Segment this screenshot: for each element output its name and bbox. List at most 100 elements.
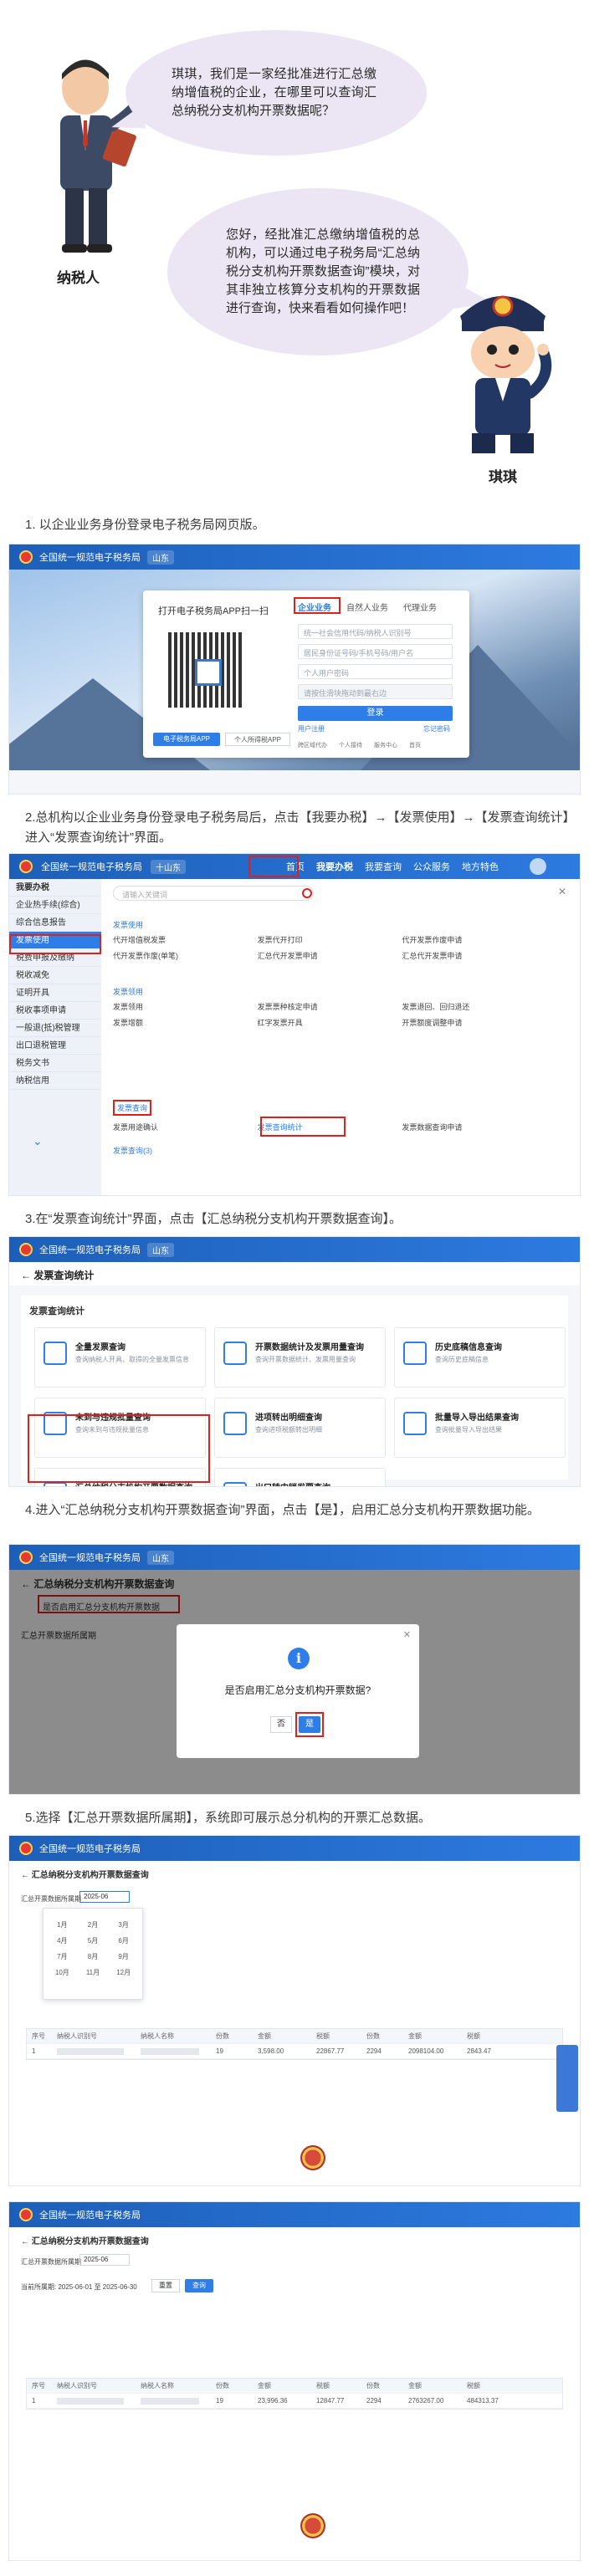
menu-link[interactable]: 发票领用 bbox=[113, 1001, 258, 1012]
step2-text: 2.总机构以企业业务身份登录电子税务局后，点击【我要办税】→【发票使用】→【发票… bbox=[25, 810, 576, 845]
menu-link[interactable]: 汇总代开发票申请 bbox=[258, 950, 402, 961]
menu-link[interactable]: 发票票种核定申请 bbox=[258, 1001, 402, 1012]
sidebar-item[interactable]: 一般退(抵)税管理 bbox=[9, 1020, 101, 1037]
column-header: 纳税人识别号 bbox=[57, 2382, 97, 2389]
query-card[interactable]: 批量导入导出结果查询 查询批量导入导出结果 bbox=[394, 1398, 566, 1458]
sidebar-item[interactable]: 税务文书 bbox=[9, 1055, 101, 1072]
sidebar-item[interactable]: 综合信息报告 bbox=[9, 914, 101, 932]
query-card[interactable]: 开票数据统计及发票用量查询 查询开票数据统计、发票用量查询 bbox=[214, 1327, 386, 1388]
month-option[interactable]: 4月 bbox=[50, 1936, 74, 1945]
menu-link[interactable]: 代开发票作废(单笔) bbox=[113, 950, 258, 961]
region-badge[interactable]: 十山东 bbox=[151, 859, 186, 874]
slider-captcha[interactable]: 请按住滑块拖动到最右边 bbox=[298, 684, 453, 699]
highlight-enterprise-tab bbox=[294, 597, 341, 614]
month-option[interactable]: 12月 bbox=[111, 1968, 136, 1977]
menu-link[interactable]: 发票退回、回归退还 bbox=[402, 1001, 546, 1012]
tax-emblem-icon bbox=[19, 860, 33, 873]
bottom-link[interactable]: 跨区域代办 bbox=[298, 741, 327, 749]
close-icon[interactable]: ✕ bbox=[558, 886, 566, 897]
month-option[interactable]: 5月 bbox=[81, 1936, 105, 1945]
bottom-link[interactable]: 个人接待 bbox=[339, 741, 362, 749]
more-link[interactable]: 发票查询(3) bbox=[113, 1145, 152, 1156]
month-option[interactable]: 11月 bbox=[81, 1968, 105, 1977]
month-option[interactable]: 6月 bbox=[111, 1936, 136, 1945]
month-option[interactable]: 3月 bbox=[111, 1920, 136, 1929]
menu-do-tax[interactable]: 我要办税 bbox=[316, 860, 353, 873]
month-option[interactable]: 8月 bbox=[81, 1952, 105, 1961]
forgot-link[interactable]: 忘记密码 bbox=[423, 724, 450, 733]
menu-query[interactable]: 我要查询 bbox=[365, 860, 402, 873]
back-arrow-icon[interactable]: ← bbox=[21, 1871, 29, 1880]
chevron-down-icon[interactable]: ⌄ bbox=[33, 1134, 43, 1148]
password-field[interactable]: 个人用户密码 bbox=[298, 664, 453, 679]
back-arrow-icon[interactable]: ← bbox=[21, 2237, 29, 2246]
login-button[interactable]: 登录 bbox=[298, 706, 453, 721]
taxid-field[interactable]: 统一社会信用代码/纳税人识别号 bbox=[298, 624, 453, 639]
month-option[interactable]: 1月 bbox=[50, 1920, 74, 1929]
menu-public[interactable]: 公众服务 bbox=[413, 860, 450, 873]
month-option[interactable]: 9月 bbox=[111, 1952, 136, 1961]
site-header: 全国统一规范电子税务局 bbox=[9, 2202, 580, 2227]
card-desc: 查询纳税人开具、取得的全量发票信息 bbox=[75, 1356, 189, 1363]
region-badge[interactable]: 山东 bbox=[147, 549, 174, 565]
page-title: ← 发票查询统计 bbox=[9, 1262, 580, 1285]
menu-link[interactable]: 红字发票开具 bbox=[258, 1017, 402, 1028]
table-cell: 3,598.00 bbox=[258, 2047, 284, 2055]
sidebar-item[interactable]: 税收减免 bbox=[9, 967, 101, 984]
section-query: 发票查询 bbox=[113, 1100, 152, 1116]
avatar[interactable] bbox=[530, 858, 546, 875]
sidebar-item[interactable]: 证明开具 bbox=[9, 984, 101, 1002]
sidebar-item[interactable]: 纳税信用 bbox=[9, 1072, 101, 1090]
tab-agent[interactable]: 代理业务 bbox=[403, 601, 437, 613]
personal-app-button[interactable]: 个人所得税APP bbox=[225, 733, 290, 746]
query-card[interactable]: 历史底稿信息查询 查询历史底稿信息 bbox=[394, 1327, 566, 1388]
query-card[interactable]: 进项转出明细查询 查询进项税额转出明细 bbox=[214, 1398, 386, 1458]
column-header: 份数 bbox=[216, 2032, 229, 2040]
register-link[interactable]: 用户注册 bbox=[298, 724, 325, 733]
bottom-link[interactable]: 首页 bbox=[409, 741, 421, 749]
reset-button[interactable]: 重置 bbox=[151, 2279, 180, 2292]
region-badge[interactable]: 山东 bbox=[147, 1242, 174, 1257]
step5-text: 5.选择【汇总开票数据所属期】，系统即可展示总分机构的开票汇总数据。 bbox=[25, 1811, 432, 1825]
month-option[interactable]: 10月 bbox=[50, 1968, 74, 1977]
app-prompt: 打开电子税务局APP扫一扫 bbox=[158, 606, 269, 616]
no-button[interactable]: 否 bbox=[270, 1716, 292, 1733]
menu-link[interactable]: 代开发票作废申请 bbox=[402, 934, 546, 945]
menu-link[interactable]: 代开增值税发票 bbox=[113, 934, 258, 945]
table-cell: 2763267.00 bbox=[408, 2397, 444, 2405]
month-option[interactable]: 2月 bbox=[81, 1920, 105, 1929]
download-app-button[interactable]: 电子税务局APP bbox=[153, 733, 220, 746]
sidebar-item[interactable]: 出口退税管理 bbox=[9, 1037, 101, 1055]
menu-link[interactable]: 开票额度调整申请 bbox=[402, 1017, 546, 1028]
column-header: 金额 bbox=[258, 2382, 271, 2389]
masked-cell bbox=[57, 2397, 124, 2405]
month-option[interactable]: 7月 bbox=[50, 1952, 74, 1961]
period-input[interactable]: 2025-06 bbox=[79, 2254, 130, 2266]
card-desc: 查询进项税额转出明细 bbox=[255, 1426, 322, 1434]
side-help-widget[interactable] bbox=[556, 2045, 578, 2112]
query-card[interactable]: 全量发票查询 查询纳税人开具、取得的全量发票信息 bbox=[34, 1327, 206, 1388]
region-badge[interactable]: 山东 bbox=[147, 1550, 174, 1565]
back-arrow-icon[interactable]: ← bbox=[21, 1270, 31, 1281]
menu-link[interactable]: 汇总代开发票申请 bbox=[402, 950, 546, 961]
close-icon[interactable]: ✕ bbox=[403, 1629, 411, 1640]
menu-local[interactable]: 地方特色 bbox=[462, 860, 499, 873]
sidebar-item[interactable]: 税收事项申请 bbox=[9, 1002, 101, 1020]
query-card[interactable]: 出口转内销发票查询查询出口转内销发票信息 bbox=[214, 1468, 386, 1486]
search-icon[interactable] bbox=[302, 888, 312, 898]
tax-emblem-icon bbox=[19, 2208, 33, 2221]
tab-individual[interactable]: 自然人业务 bbox=[346, 601, 388, 613]
sidebar-item[interactable]: 企业热手续(综合) bbox=[9, 897, 101, 914]
menu-link[interactable]: 发票代开打印 bbox=[258, 934, 402, 945]
period-input[interactable]: 2025-06 bbox=[79, 1891, 130, 1903]
menu-search-input[interactable]: 请输入关键词 bbox=[113, 886, 314, 901]
card-title: 开票数据统计及发票用量查询 bbox=[255, 1343, 364, 1352]
account-field[interactable]: 居民身份证号码/手机号码/用户名 bbox=[298, 644, 453, 659]
menu-link[interactable]: 发票数据查询申请 bbox=[402, 1122, 546, 1132]
bottom-link[interactable]: 服务中心 bbox=[374, 741, 397, 749]
query-button[interactable]: 查询 bbox=[185, 2279, 213, 2292]
site-header: 全国统一规范电子税务局 山东 bbox=[9, 1237, 580, 1262]
menu-link[interactable]: 发票增额 bbox=[113, 1017, 258, 1028]
table-row: 1 19 3,598.00 22867.77 2294 2098104.00 2… bbox=[27, 2044, 562, 2059]
menu-link[interactable]: 发票用途确认 bbox=[113, 1122, 258, 1132]
